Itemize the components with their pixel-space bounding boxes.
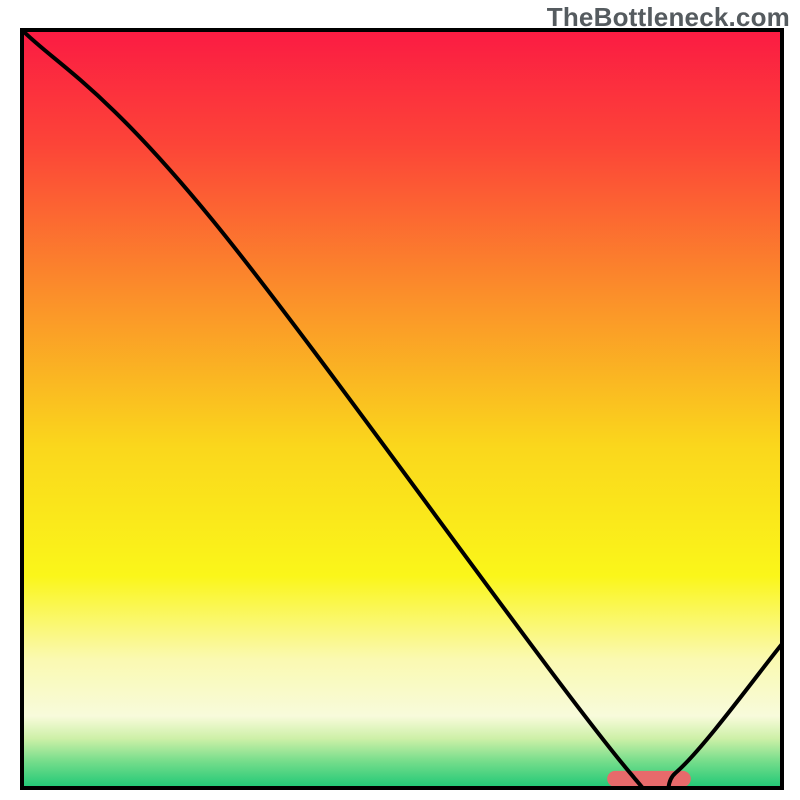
marker-bar <box>607 771 691 787</box>
chart-container: TheBottleneck.com <box>0 0 800 800</box>
bottleneck-chart <box>0 0 800 800</box>
plot-background <box>22 30 782 788</box>
